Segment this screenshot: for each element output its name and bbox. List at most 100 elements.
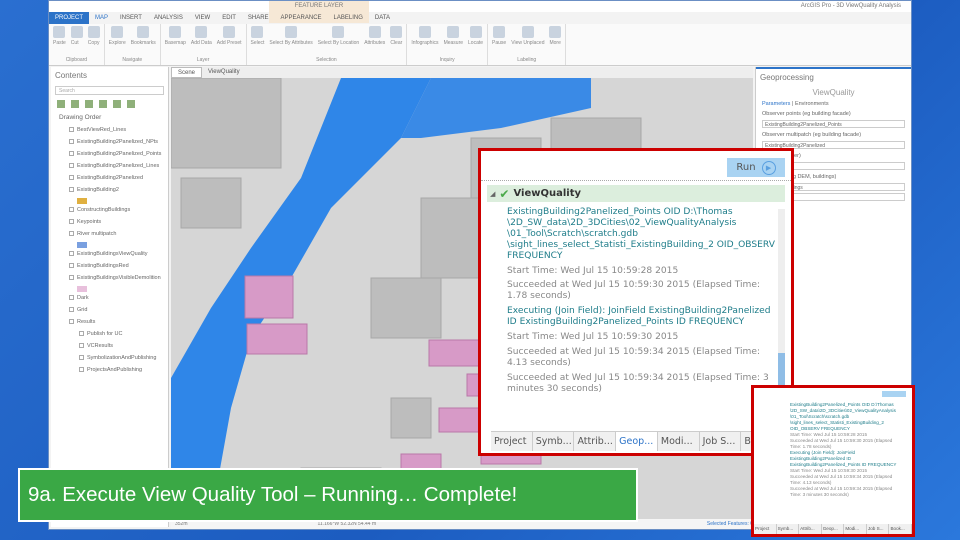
layer-visibility-checkbox[interactable] [79,331,84,337]
layer-item[interactable]: ExistingBuildingsVisibleDemolition [51,272,168,284]
ribbon-button[interactable]: More [549,26,562,46]
ribbon-button[interactable]: Pause [492,26,506,46]
drawing-order-icon[interactable] [57,100,65,108]
parameter-input[interactable]: ExistingBuilding2Panelized_Points [762,120,905,128]
ribbon-button[interactable]: Attributes [364,26,385,46]
tab-edit[interactable]: EDIT [216,12,242,24]
pane-tab[interactable]: Modi... [657,432,700,451]
layer-visibility-checkbox[interactable] [69,231,74,237]
selection-icon[interactable] [85,100,93,108]
tab-project[interactable]: PROJECT [49,12,90,24]
tab-insert[interactable]: INSERT [114,12,148,24]
tab-view[interactable]: VIEW [189,12,216,24]
ribbon-button[interactable]: Bookmarks [131,26,156,46]
tab-appearance[interactable]: APPEARANCE [275,12,328,24]
layer-item[interactable]: Grid [51,304,168,316]
tab-analysis[interactable]: ANALYSIS [148,12,189,24]
labeling-icon[interactable] [127,100,135,108]
layer-visibility-checkbox[interactable] [69,307,74,313]
layer-visibility-checkbox[interactable] [69,295,74,301]
layer-visibility-checkbox[interactable] [69,175,74,181]
pane-tab[interactable]: Geop... [616,432,658,451]
layer-visibility-checkbox[interactable] [69,207,74,213]
layer-visibility-checkbox[interactable] [69,219,74,225]
layer-item[interactable]: Results [51,316,168,328]
mini-pane-tab[interactable]: Symb... [777,524,800,534]
layer-visibility-checkbox[interactable] [69,251,74,257]
layer-item[interactable]: ExistingBuilding2Panelized [51,172,168,184]
layer-item[interactable]: River multipatch [51,228,168,240]
ribbon-group-label: Layer [196,57,210,63]
tab-viewquality[interactable]: ViewQuality [202,67,246,78]
layer-item[interactable]: ExistingBuilding2Panelized_Points [51,148,168,160]
ribbon-button[interactable]: Explore [109,26,126,46]
tab-share[interactable]: SHARE [242,12,275,24]
ribbon-button[interactable]: Locate [468,26,483,46]
layer-visibility-checkbox[interactable] [69,275,74,281]
collapse-icon[interactable]: ◢ [490,190,495,198]
ribbon-button[interactable]: Add Data [191,26,212,46]
mini-pane-tab[interactable]: Attrib... [799,524,822,534]
tab-labeling[interactable]: LABELING [328,12,369,24]
selected-features[interactable]: Selected Features: 0 [707,521,753,527]
ribbon-button[interactable]: Select By Location [318,26,359,46]
layer-visibility-checkbox[interactable] [69,263,74,269]
layer-item[interactable]: ExistingBuilding2Panelized_Lines [51,160,168,172]
tool-result-header[interactable]: ◢ ✔ ViewQuality [487,185,785,202]
mini-run-button[interactable] [882,391,906,397]
layer-visibility-checkbox[interactable] [69,127,74,133]
contents-search-input[interactable]: Search [55,86,164,95]
pane-tab[interactable]: Symb... [532,432,575,451]
tab-parameters[interactable]: Parameters [762,101,790,107]
ribbon-button[interactable]: Clear [390,26,403,46]
ribbon-button[interactable]: Select By Attributes [269,26,313,46]
map-tabs: Scene ViewQuality [171,67,753,78]
layer-item[interactable]: ExistingBuilding2Panelized_NPts [51,136,168,148]
run-button[interactable]: Run ▶ [727,158,785,177]
tab-map[interactable]: MAP [89,12,114,24]
layer-item[interactable]: ExistingBuilding2 [51,184,168,196]
pane-tab[interactable]: Project [491,432,533,451]
layer-visibility-checkbox[interactable] [69,151,74,157]
layer-item[interactable]: Publish for UC [51,328,168,340]
mini-pane-tab[interactable]: Job S... [867,524,890,534]
message-line: ExistingBuilding2Panelized_Points OID D:… [507,207,775,261]
layer-visibility-checkbox[interactable] [79,343,84,349]
mini-pane-tab[interactable]: Geop... [822,524,845,534]
ribbon-button[interactable]: Cut [70,26,83,46]
layer-visibility-checkbox[interactable] [69,319,74,325]
layer-item[interactable]: SymbolizationAndPublishing [51,352,168,364]
pane-tab[interactable]: Job S... [699,432,742,451]
mini-pane-tab[interactable]: Book... [889,524,912,534]
mini-pane-tab[interactable]: Modi... [844,524,867,534]
layer-item[interactable]: ExistingBuildingsRed [51,260,168,272]
tab-data[interactable]: DATA [369,12,396,24]
snapping-icon[interactable] [113,100,121,108]
ribbon-button[interactable]: View Unplaced [511,26,544,46]
layer-item[interactable]: ProjectsAndPublishing [51,364,168,376]
layer-visibility-checkbox[interactable] [69,187,74,193]
ribbon-button[interactable]: Basemap [165,26,186,46]
layer-visibility-checkbox[interactable] [79,355,84,361]
mini-pane-tab[interactable]: Project [754,524,777,534]
layer-item[interactable]: ConstructingBuildings [51,204,168,216]
layer-visibility-checkbox[interactable] [69,163,74,169]
tab-scene[interactable]: Scene [171,67,203,78]
layer-item[interactable]: Dark [51,292,168,304]
layer-visibility-checkbox[interactable] [69,139,74,145]
layer-item[interactable]: BestViewRed_Lines [51,124,168,136]
ribbon-button[interactable]: Add Preset [217,26,242,46]
pane-tab[interactable]: Attrib... [574,432,617,451]
layer-item[interactable]: VCResults [51,340,168,352]
layer-item[interactable]: ExistingBuildingsViewQuality [51,248,168,260]
ribbon-button[interactable]: Select [251,26,264,46]
ribbon-button[interactable]: Copy [87,26,100,46]
layer-visibility-checkbox[interactable] [79,367,84,373]
source-icon[interactable] [71,100,79,108]
layer-item[interactable]: Keypoints [51,216,168,228]
ribbon-button[interactable]: Infographics [411,26,439,46]
ribbon-button[interactable]: Paste [53,26,66,46]
ribbon-button[interactable]: Measure [444,26,463,46]
tab-environments[interactable]: Environments [795,101,829,107]
editing-icon[interactable] [99,100,107,108]
